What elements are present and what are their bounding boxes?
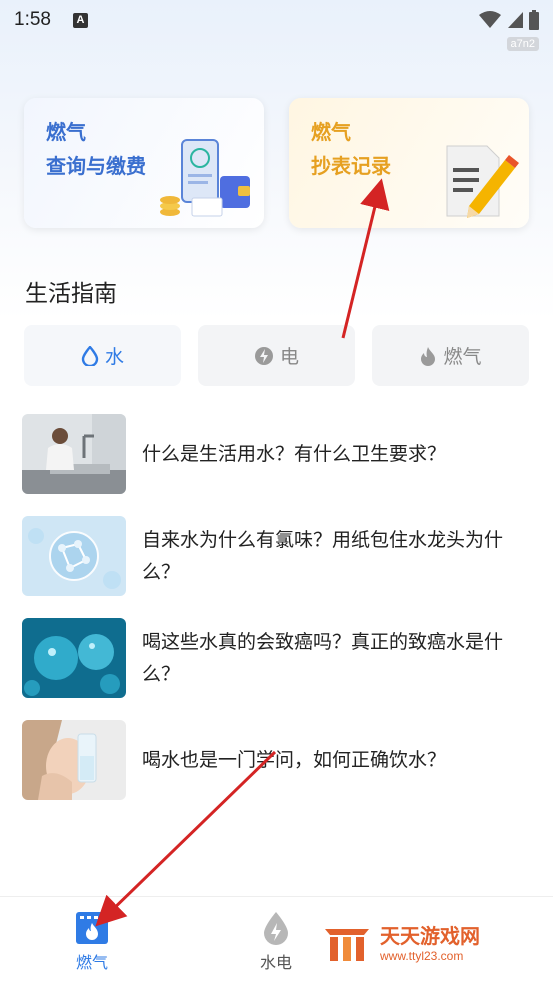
card-subtitle: 抄表记录 [311,154,391,178]
nav-gas[interactable]: 燃气 [70,911,114,973]
tab-water[interactable]: 水 [24,325,181,386]
cellular-icon [508,12,523,28]
article-thumbnail [22,618,126,698]
build-badge: a7n2 [506,37,539,51]
lightning-icon [254,346,273,365]
article-item[interactable]: 自来水为什么有氯味？用纸包住水龙头为什么？ [22,516,532,596]
article-thumbnail [22,720,126,800]
article-item[interactable]: 什么是生活用水？有什么卫生要求？ [22,414,532,494]
watermark-logo-icon [325,929,369,961]
tab-label: 燃气 [443,346,482,368]
article-title: 什么是生活用水？有什么卫生要求？ [142,443,447,465]
article-thumbnail [22,516,126,596]
gas-meter-record-card[interactable]: 燃气 抄表记录 [289,98,529,228]
status-time: 1:58 [14,9,51,30]
card-title: 燃气 [311,120,351,144]
section-title: 生活指南 [25,281,117,307]
document-pencil-icon [446,145,519,218]
notification-icon: A [72,12,88,28]
tab-label: 电 [279,346,299,368]
article-title: 喝水也是一门学问，如何正确饮水？ [142,749,447,771]
article-title: 喝这些水真的会致癌吗？真正的致癌水是什么？ [142,631,504,685]
wifi-icon [479,11,501,28]
watermark: 天天游戏网 www.ttyl23.com [322,925,480,963]
battery-icon [529,10,539,30]
watermark-title: 天天游戏网 [380,924,480,948]
nav-water-electricity[interactable]: 水电 [252,911,300,973]
nav-label: 燃气 [75,953,108,972]
article-thumbnail [22,414,126,494]
article-title: 自来水为什么有氯味？用纸包住水龙头为什么？ [142,529,504,583]
phone-payment-icon [160,139,250,217]
card-subtitle: 查询与缴费 [46,154,146,178]
card-title: 燃气 [46,120,86,144]
gas-stove-icon [76,912,108,944]
gas-query-pay-card[interactable]: 燃气 查询与缴费 [24,98,264,228]
tab-label: 水 [104,346,124,368]
article-item[interactable]: 喝水也是一门学问，如何正确饮水？ [22,720,532,800]
tab-electricity[interactable]: 电 [198,325,355,386]
flame-icon [421,346,436,366]
water-drop-icon [81,345,99,366]
status-bar: 1:58 A [0,0,553,40]
tab-gas[interactable]: 燃气 [372,325,529,386]
article-item[interactable]: 喝这些水真的会致癌吗？真正的致癌水是什么？ [22,618,532,698]
watermark-url: www.ttyl23.com [380,949,464,963]
nav-label: 水电 [259,953,292,972]
water-lightning-icon [264,912,288,945]
